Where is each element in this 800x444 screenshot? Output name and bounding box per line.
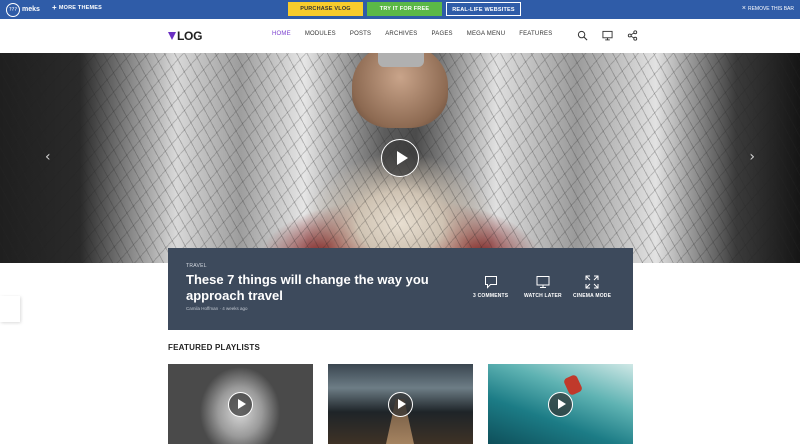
meta-separator: · — [219, 306, 221, 311]
post-meta: Camila Hoffman · 4 weeks ago — [186, 306, 248, 311]
watch-later-action[interactable]: WATCH LATER — [524, 275, 562, 299]
header-icons — [577, 30, 638, 41]
hero-crown — [378, 53, 424, 67]
more-themes-link[interactable]: + MORE THEMES — [52, 4, 102, 12]
comments-action[interactable]: 3 COMMENTS — [473, 275, 508, 299]
main-nav: HOME MODULES POSTS ARCHIVES PAGES MEGA M… — [272, 31, 552, 37]
cinema-mode-action[interactable]: CINEMA MODE — [573, 275, 611, 299]
play-button[interactable] — [381, 139, 419, 177]
site-logo[interactable]: LOG — [168, 29, 202, 43]
post-time: 4 weeks ago — [222, 306, 248, 311]
more-themes-label: MORE THEMES — [58, 5, 103, 11]
post-info-box: TRAVEL These 7 things will change the wa… — [168, 248, 633, 330]
logo-text: LOG — [177, 29, 203, 43]
nav-features[interactable]: FEATURES — [519, 31, 552, 37]
play-button[interactable] — [388, 392, 413, 417]
search-icon[interactable] — [577, 30, 588, 41]
remove-bar-link[interactable]: × REMOVE THIS BAR — [742, 5, 794, 12]
plus-icon: + — [52, 3, 57, 12]
play-button[interactable] — [228, 392, 253, 417]
cinema-mode-label: CINEMA MODE — [573, 293, 612, 299]
playlist-card[interactable] — [488, 364, 633, 444]
monitor-icon[interactable] — [602, 30, 613, 41]
nav-pages[interactable]: PAGES — [432, 31, 453, 37]
nav-modules[interactable]: MODULES — [305, 31, 336, 37]
promo-bar: ??? meks + MORE THEMES PURCHASE VLOG TRY… — [0, 0, 800, 19]
side-tab[interactable] — [0, 296, 20, 322]
featured-playlists-heading: FEATURED PLAYLISTS — [168, 343, 261, 352]
comment-icon — [484, 276, 497, 289]
monitor-icon — [536, 276, 550, 288]
nav-archives[interactable]: ARCHIVES — [385, 31, 417, 37]
site-header: LOG HOME MODULES POSTS ARCHIVES PAGES ME… — [0, 19, 800, 53]
playlist-card[interactable] — [168, 364, 313, 444]
post-author[interactable]: Camila Hoffman — [186, 306, 218, 311]
nav-home[interactable]: HOME — [272, 31, 291, 37]
logo-v-mark — [168, 32, 176, 40]
playlist-card[interactable] — [328, 364, 473, 444]
hero-video[interactable]: ‹ › — [0, 53, 800, 263]
remove-bar-label: REMOVE THIS BAR — [747, 5, 794, 12]
nav-posts[interactable]: POSTS — [350, 31, 371, 37]
post-title[interactable]: These 7 things will change the way you a… — [186, 272, 456, 303]
meks-logo-text: meks — [22, 6, 40, 13]
nav-mega-menu[interactable]: MEGA MENU — [467, 31, 505, 37]
chevron-left-icon[interactable]: ‹ — [45, 149, 51, 165]
meks-logo[interactable]: ??? meks — [6, 2, 40, 17]
chevron-right-icon[interactable]: › — [749, 149, 755, 165]
expand-icon — [585, 275, 599, 289]
close-icon: × — [741, 5, 746, 12]
purchase-button[interactable]: PURCHASE VLOG — [288, 2, 363, 16]
meks-logo-mark: ??? — [6, 2, 20, 17]
post-category[interactable]: TRAVEL — [186, 263, 207, 269]
play-button[interactable] — [548, 392, 573, 417]
watch-later-label: WATCH LATER — [524, 293, 562, 299]
share-icon[interactable] — [627, 30, 638, 41]
real-life-websites-button[interactable]: REAL-LIFE WEBSITES — [446, 2, 521, 16]
try-free-button[interactable]: TRY IT FOR FREE — [367, 2, 442, 16]
comments-label: 3 COMMENTS — [473, 293, 509, 299]
